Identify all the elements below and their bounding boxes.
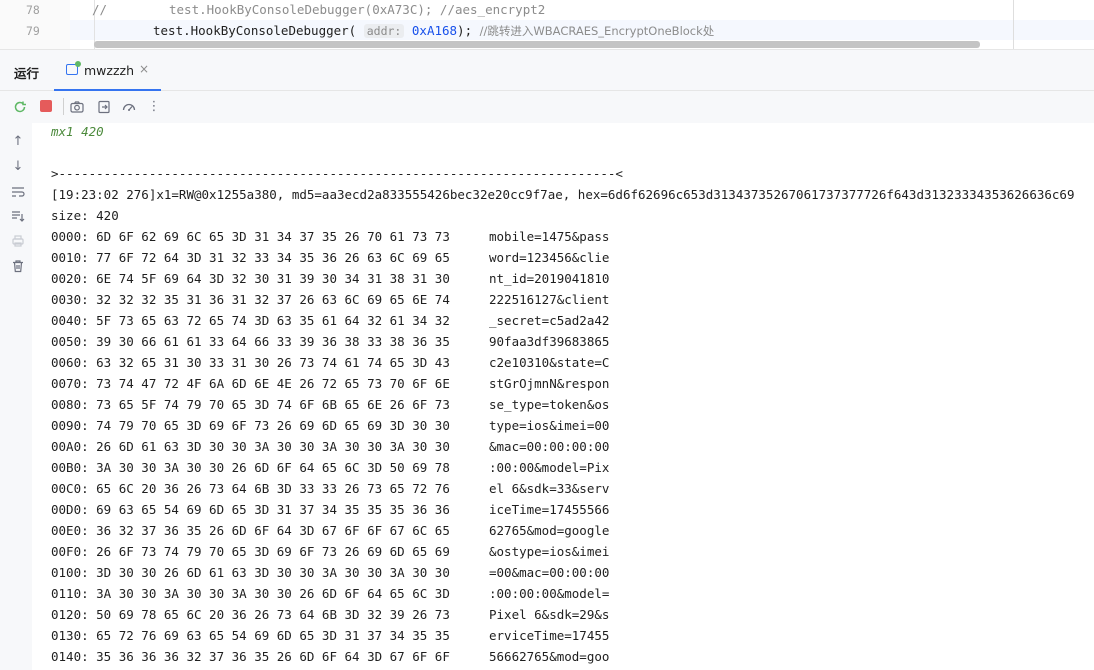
- hex-row-ascii: _secret=c5ad2a42: [489, 313, 610, 328]
- hex-row: 0040: 5F 73 65 63 72 65 74 3D 63 35 61 6…: [51, 313, 450, 328]
- line-number: 78: [26, 3, 40, 17]
- arrow-down-icon[interactable]: ↓: [11, 160, 25, 174]
- screenshot-icon[interactable]: [69, 99, 85, 115]
- hex-row: 0010: 77 6F 72 64 3D 31 32 33 34 35 36 2…: [51, 250, 450, 265]
- stop-icon[interactable]: [40, 100, 52, 112]
- code-number: 0xA168: [411, 23, 458, 38]
- hex-row: 00C0: 65 6C 20 36 26 73 64 6B 3D 33 33 2…: [51, 481, 450, 496]
- horizontal-scrollbar[interactable]: [94, 41, 980, 48]
- soft-wrap-icon[interactable]: [11, 185, 25, 199]
- hex-row-ascii: mobile=1475&pass: [489, 229, 610, 244]
- tab-mwzzzh[interactable]: mwzzzh ×: [54, 50, 161, 91]
- console-line: mx1 420: [51, 124, 104, 139]
- tab-label: mwzzzh: [84, 63, 135, 78]
- arrow-up-icon[interactable]: ↑: [11, 135, 25, 149]
- comment-marker: //: [92, 2, 108, 17]
- code-line[interactable]: test.HookByConsoleDebugger( addr: 0xA168…: [153, 23, 714, 39]
- hex-row: 0110: 3A 30 30 3A 30 30 3A 30 30 26 6D 6…: [51, 586, 450, 601]
- hex-row-ascii: 62765&mod=google: [489, 523, 610, 538]
- parameter-hint: addr:: [363, 24, 405, 38]
- hex-row: 0100: 3D 30 30 26 6D 61 63 3D 30 30 3A 3…: [51, 565, 450, 580]
- hex-row: 0140: 35 36 36 36 32 37 36 35 26 6D 6F 6…: [51, 649, 450, 664]
- restore-layout-icon[interactable]: [96, 99, 112, 115]
- hex-row: 00D0: 69 63 65 54 69 6D 65 3D 31 37 34 3…: [51, 502, 450, 517]
- hex-row-ascii: c2e10310&state=C: [489, 355, 610, 370]
- print-icon: [11, 234, 25, 248]
- hex-row: 0020: 6E 74 5F 69 64 3D 32 30 31 39 30 3…: [51, 271, 450, 286]
- hex-row: 0130: 65 72 76 69 63 65 54 69 6D 65 3D 3…: [51, 628, 450, 643]
- hex-row-ascii: iceTime=17455566: [489, 502, 610, 517]
- profiler-icon[interactable]: [121, 99, 137, 115]
- hex-row-ascii: stGrOjmnN&respon: [489, 376, 610, 391]
- console-output[interactable]: mx1 420 >-------------------------------…: [32, 123, 1094, 670]
- hex-row-ascii: el 6&sdk=33&serv: [489, 481, 610, 496]
- hex-row: 0080: 73 65 5F 74 79 70 65 3D 74 6F 6B 6…: [51, 397, 450, 412]
- hex-row: 0030: 32 32 32 35 31 36 31 32 37 26 63 6…: [51, 292, 450, 307]
- hex-row: 0090: 74 79 70 65 3D 69 6F 73 26 69 6D 6…: [51, 418, 450, 433]
- console-line: >---------------------------------------…: [51, 166, 623, 181]
- hex-row: 0060: 63 32 65 31 30 33 31 30 26 73 74 6…: [51, 355, 450, 370]
- hex-row-ascii: 56662765&mod=goo: [489, 649, 610, 664]
- right-margin-guide: [1013, 0, 1014, 49]
- more-icon[interactable]: ⋮: [146, 99, 162, 115]
- hex-row-ascii: type=ios&imei=00: [489, 418, 610, 433]
- hex-row-ascii: 222516127&client: [489, 292, 610, 307]
- close-icon[interactable]: ×: [139, 62, 149, 76]
- hex-row: 00B0: 3A 30 30 3A 30 30 26 6D 6F 64 65 6…: [51, 460, 450, 475]
- code-text: test.HookByConsoleDebugger(: [153, 23, 357, 38]
- hex-row-ascii: erviceTime=17455: [489, 628, 610, 643]
- running-indicator-icon: [75, 61, 81, 67]
- hex-row: 0050: 39 30 66 61 61 33 64 66 33 39 36 3…: [51, 334, 450, 349]
- hex-row: 00A0: 26 6D 61 63 3D 30 30 3A 30 30 3A 3…: [51, 439, 450, 454]
- hex-row: 0070: 73 74 47 72 4F 6A 6D 6E 4E 26 72 6…: [51, 376, 450, 391]
- hex-row-ascii: &ostype=ios&imei: [489, 544, 610, 559]
- run-toolbar: ⋮: [0, 91, 1094, 123]
- hex-row: 0120: 50 69 78 65 6C 20 36 26 73 64 6B 3…: [51, 607, 450, 622]
- hex-row-ascii: =00&mac=00:00:00: [489, 565, 610, 580]
- console-line: [19:23:02 276]x1=RW@0x1255a380, md5=aa3e…: [51, 187, 1075, 202]
- code-editor[interactable]: 78 // test.HookByConsoleDebugger(0xA73C)…: [0, 0, 1094, 49]
- code-comment: //跳转进入WBACRAES_EncryptOneBlock处: [479, 24, 715, 38]
- toolbar-divider: [63, 98, 64, 115]
- run-tool-window-header: 运行 mwzzzh ×: [0, 49, 1094, 91]
- console-side-toolbar: ↑ ↓: [0, 123, 32, 670]
- console-line: size: 420: [51, 208, 119, 223]
- hex-row-ascii: :00:00&model=Pix: [489, 460, 610, 475]
- line-number: 79: [26, 24, 40, 38]
- hex-row-ascii: :00:00:00&model=: [489, 586, 610, 601]
- hex-row-ascii: se_type=token&os: [489, 397, 610, 412]
- hex-row-ascii: Pixel 6&sdk=29&s: [489, 607, 610, 622]
- scroll-to-end-icon[interactable]: [11, 209, 25, 223]
- rerun-icon[interactable]: [12, 99, 28, 115]
- code-text: );: [457, 23, 473, 38]
- hex-row: 00E0: 36 32 37 36 35 26 6D 6F 64 3D 67 6…: [51, 523, 450, 538]
- hex-row-ascii: 90faa3df39683865: [489, 334, 610, 349]
- hex-row-ascii: nt_id=2019041810: [489, 271, 610, 286]
- hex-row-ascii: word=123456&clie: [489, 250, 610, 265]
- run-panel-title: 运行: [14, 66, 40, 81]
- hex-row: 0000: 6D 6F 62 69 6C 65 3D 31 34 37 35 2…: [51, 229, 450, 244]
- hex-row-ascii: &mac=00:00:00:00: [489, 439, 610, 454]
- code-line[interactable]: test.HookByConsoleDebugger(0xA73C); //ae…: [169, 2, 545, 17]
- trash-icon[interactable]: [11, 259, 25, 273]
- hex-row: 00F0: 26 6F 73 74 79 70 65 3D 69 6F 73 2…: [51, 544, 450, 559]
